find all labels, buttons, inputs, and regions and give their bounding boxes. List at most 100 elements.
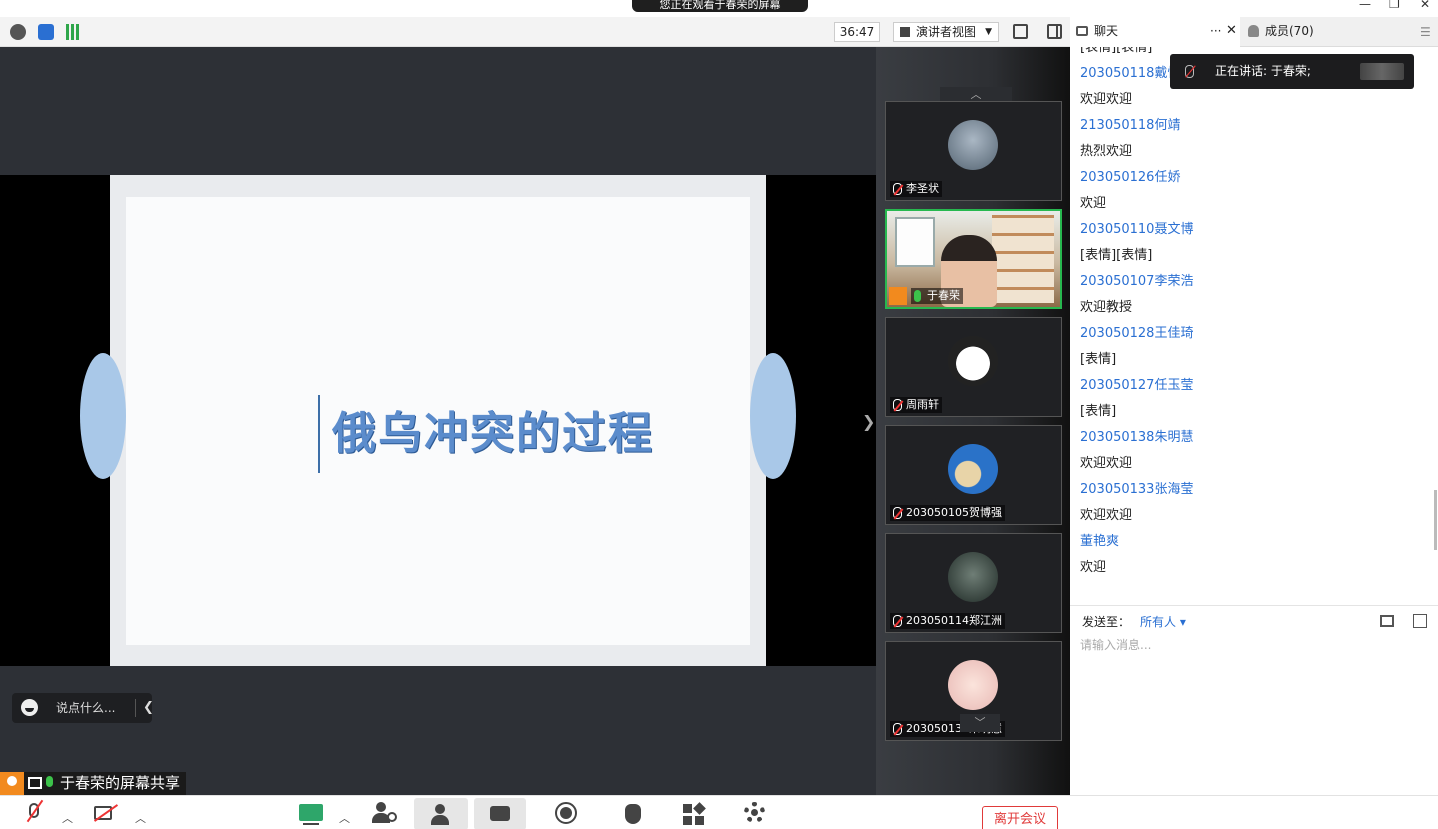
video-window (895, 217, 935, 267)
mic-muted-icon (893, 183, 902, 195)
tab-chat[interactable]: 聊天 ··· ✕ (1070, 17, 1240, 47)
meeting-window: 您正在观看于春荣的屏幕 — ❐ ✕ 36:47 演讲者视图 ▼ 俄乌冲突的过程 (0, 0, 1438, 829)
start-video-button[interactable] (93, 802, 119, 824)
collapse-gallery-icon[interactable]: ❯ (862, 412, 875, 431)
chat-button[interactable] (474, 798, 526, 829)
meeting-controls: ︿ ︿ ︿ 离开会议 (0, 795, 1438, 829)
unmute-button[interactable] (22, 799, 46, 824)
video-bookshelf (992, 215, 1054, 303)
chat-bubble-icon (490, 806, 510, 821)
security-shield-icon[interactable] (38, 24, 54, 40)
scroll-down-icon[interactable]: ﹀ (960, 714, 1000, 732)
shared-screen-stage: 俄乌冲突的过程 说点什么... ❮ 于春荣的屏幕共享 (0, 47, 876, 795)
participant-avatar (948, 552, 998, 602)
chat-sender-name[interactable]: 213050118何靖 (1080, 117, 1180, 135)
members-icon (435, 804, 445, 814)
chevron-left-icon[interactable]: ❮ (143, 693, 154, 723)
apps-icon-part (693, 802, 706, 815)
members-button[interactable] (414, 798, 468, 829)
chat-sender-name[interactable]: 203050138朱明慧 (1080, 429, 1193, 447)
chat-sender-name[interactable]: 203050127任玉莹 (1080, 377, 1193, 395)
screen-share-banner[interactable]: 您正在观看于春荣的屏幕 (632, 0, 808, 12)
chat-message-text: 欢迎欢迎 (1080, 508, 1133, 523)
minimize-icon[interactable]: — (1359, 0, 1371, 10)
close-window-icon[interactable]: ✕ (1420, 0, 1430, 10)
chat-sender-name[interactable]: 203050118戴恒 (1080, 65, 1180, 83)
participant-tile-active-speaker[interactable]: 于春荣 (885, 209, 1062, 309)
chat-message-text: 欢迎 (1080, 196, 1107, 211)
settings-button[interactable] (743, 802, 767, 824)
participant-tile[interactable]: 李圣状 (885, 101, 1062, 201)
chevron-up-icon[interactable]: ︿ (135, 810, 146, 826)
chat-message-list[interactable]: [表情][表情] 203050118戴恒 欢迎欢迎 213050118何靖 热烈欢迎 20… (1070, 47, 1438, 605)
screen-share-icon (28, 777, 42, 789)
members-icon (1248, 25, 1259, 37)
more-options-icon[interactable]: ··· (1210, 17, 1221, 45)
chat-sender-name[interactable]: 203050107李荣浩 (1080, 273, 1193, 291)
panel-toggle-icon[interactable] (1047, 24, 1062, 39)
chevron-down-icon: ▼ (985, 27, 992, 37)
reaction-input[interactable]: 说点什么... (56, 693, 115, 723)
invite-button[interactable] (372, 802, 397, 824)
mic-on-icon (914, 290, 921, 302)
chat-input[interactable]: 请输入消息... (1080, 636, 1151, 653)
close-panel-icon[interactable]: ✕ (1226, 17, 1237, 45)
chat-sender-name[interactable]: 董艳爽 (1080, 533, 1119, 551)
tab-members-label: 成员(70) (1265, 24, 1314, 38)
chat-message-text: 欢迎 (1080, 560, 1107, 575)
raise-hand-button[interactable] (622, 802, 646, 824)
speaking-text: 正在讲话: 于春荣; (1215, 64, 1311, 78)
apps-button[interactable] (683, 802, 707, 825)
chat-scrollbar[interactable] (1434, 490, 1437, 550)
apps-icon (683, 804, 692, 813)
participant-tile[interactable]: 周雨轩 (885, 317, 1062, 417)
chat-sender-name[interactable]: 203050128王佳琦 (1080, 325, 1193, 343)
share-screen-button[interactable] (299, 802, 323, 825)
signal-strength-icon[interactable] (66, 24, 82, 40)
participant-tile[interactable]: 203050105贺博强 (885, 425, 1062, 525)
chat-message-text: 欢迎欢迎 (1080, 456, 1133, 471)
participant-tile[interactable]: 203050114郑江洲 (885, 533, 1062, 633)
host-badge-icon (889, 287, 907, 305)
info-icon[interactable] (10, 24, 26, 40)
participant-name-tag: 周雨轩 (890, 397, 942, 413)
presentation-slide: 俄乌冲突的过程 (80, 175, 796, 666)
participant-name-tag: 李圣状 (890, 181, 942, 197)
participant-avatar (948, 444, 998, 494)
send-to-dropdown[interactable]: 所有人 ▾ (1140, 613, 1186, 630)
restore-icon[interactable]: ❐ (1389, 0, 1400, 10)
mic-muted-icon (893, 507, 902, 519)
file-icon[interactable] (1380, 615, 1394, 627)
share-screen-icon (299, 804, 323, 825)
public-notice-icon[interactable] (1413, 614, 1427, 628)
chevron-up-icon[interactable]: ︿ (339, 810, 350, 826)
mic-muted-icon (893, 723, 902, 735)
gear-icon (744, 802, 765, 823)
speaking-indicator: 正在讲话: 于春荣; (1170, 54, 1414, 89)
divider (135, 699, 136, 717)
chat-message-text: 热烈欢迎 (1080, 144, 1133, 159)
participant-name-tag: 203050114郑江洲 (890, 613, 1005, 629)
emoji-icon[interactable] (21, 699, 38, 716)
view-mode-label: 演讲者视图 (916, 25, 977, 39)
chevron-up-icon[interactable]: ︿ (62, 810, 73, 826)
send-to-bar: 发送至： 所有人 ▾ (1070, 605, 1438, 635)
chat-sender-name[interactable]: 203050126任娇 (1080, 169, 1180, 187)
tab-members[interactable]: 成员(70) (1242, 17, 1412, 47)
screen-share-owner-label: 于春荣的屏幕共享 (0, 772, 187, 795)
reaction-box[interactable]: 说点什么... ❮ (12, 693, 154, 723)
menu-icon[interactable]: ☰ (1420, 25, 1431, 39)
leave-meeting-button[interactable]: 离开会议 (982, 806, 1058, 829)
title-bar: 您正在观看于春荣的屏幕 — ❐ ✕ (0, 0, 1438, 17)
chat-sender-name[interactable]: 203050133张海莹 (1080, 481, 1193, 499)
sharer-name: 于春荣的屏幕共享 (60, 774, 181, 792)
record-button[interactable] (555, 802, 579, 824)
view-mode-dropdown[interactable]: 演讲者视图 ▼ (893, 22, 999, 42)
send-to-value: 所有人 (1140, 615, 1177, 629)
chat-sender-name[interactable]: 203050110聂文博 (1080, 221, 1193, 239)
participant-name: 周雨轩 (906, 398, 939, 411)
video-person-hair (941, 235, 997, 261)
mic-muted-icon (893, 399, 902, 411)
fullscreen-icon[interactable] (1013, 24, 1028, 39)
members-icon-body (431, 815, 449, 825)
